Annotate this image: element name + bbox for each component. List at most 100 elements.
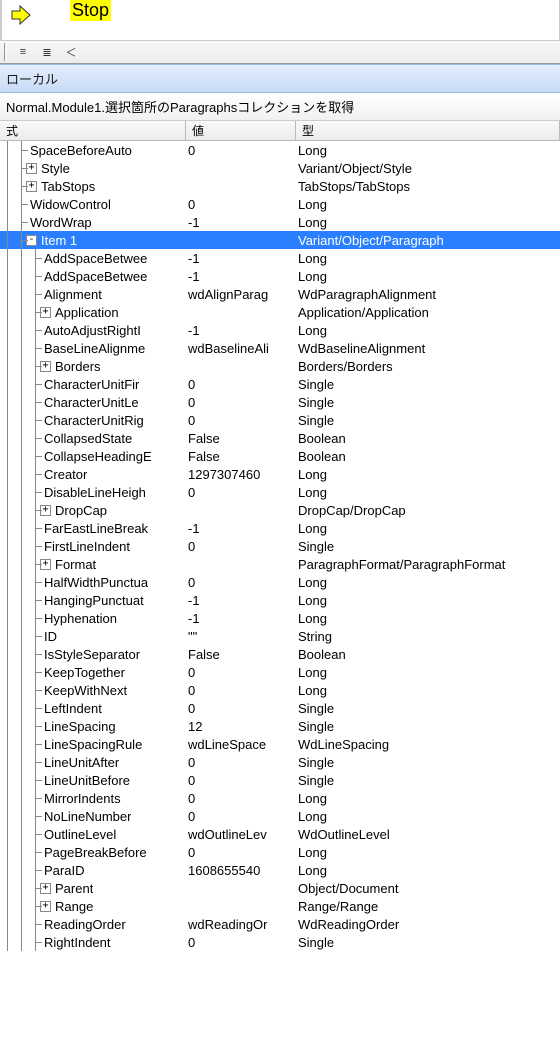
- expr-cell: +Borders: [0, 357, 186, 375]
- type-cell: DropCap/DropCap: [296, 503, 560, 518]
- tree-row[interactable]: MirrorIndents0Long: [0, 789, 560, 807]
- column-headers: 式 値 型: [0, 121, 560, 141]
- value-cell: 0: [186, 809, 296, 824]
- tree-gutter: [0, 519, 42, 537]
- tree-row[interactable]: LineSpacingRulewdLineSpaceWdLineSpacing: [0, 735, 560, 753]
- tree-row[interactable]: KeepTogether0Long: [0, 663, 560, 681]
- tree-row[interactable]: CollapseHeadingEFalseBoolean: [0, 447, 560, 465]
- tree-row[interactable]: SpaceBeforeAuto0Long: [0, 141, 560, 159]
- property-name: Parent: [53, 881, 93, 896]
- type-cell: Single: [296, 377, 560, 392]
- tree-row[interactable]: RightIndent0Single: [0, 933, 560, 951]
- tree-row[interactable]: +TabStopsTabStops/TabStops: [0, 177, 560, 195]
- value-cell: 0: [186, 791, 296, 806]
- tree-gutter: [0, 267, 42, 285]
- expr-cell: CollapseHeadingE: [0, 447, 186, 465]
- expr-cell: KeepTogether: [0, 663, 186, 681]
- tree-row[interactable]: CharacterUnitLe0Single: [0, 393, 560, 411]
- tree-row[interactable]: ParaID1608655540Long: [0, 861, 560, 879]
- expr-cell: ParaID: [0, 861, 186, 879]
- col-header-type[interactable]: 型: [296, 121, 560, 140]
- tree-row[interactable]: HangingPunctuat-1Long: [0, 591, 560, 609]
- tree-row[interactable]: NoLineNumber0Long: [0, 807, 560, 825]
- value-cell: False: [186, 647, 296, 662]
- type-cell: Long: [296, 215, 560, 230]
- tree-row[interactable]: +BordersBorders/Borders: [0, 357, 560, 375]
- tree-gutter: [0, 825, 42, 843]
- tree-row[interactable]: WordWrap-1Long: [0, 213, 560, 231]
- tree-row[interactable]: CharacterUnitFir0Single: [0, 375, 560, 393]
- col-header-value[interactable]: 値: [186, 121, 296, 140]
- tree-gutter: [0, 339, 42, 357]
- tree-row[interactable]: AutoAdjustRightI-1Long: [0, 321, 560, 339]
- property-name: NoLineNumber: [42, 809, 131, 824]
- expr-cell: +DropCap: [0, 501, 186, 519]
- tree-row[interactable]: +FormatParagraphFormat/ParagraphFormat: [0, 555, 560, 573]
- tree-row[interactable]: CollapsedStateFalseBoolean: [0, 429, 560, 447]
- tree-row[interactable]: Creator1297307460Long: [0, 465, 560, 483]
- tree-row[interactable]: +StyleVariant/Object/Style: [0, 159, 560, 177]
- tree-row[interactable]: HalfWidthPunctua0Long: [0, 573, 560, 591]
- type-cell: Range/Range: [296, 899, 560, 914]
- tree-gutter: [0, 645, 42, 663]
- locals-tree[interactable]: SpaceBeforeAuto0Long+StyleVariant/Object…: [0, 141, 560, 951]
- value-cell: 0: [186, 773, 296, 788]
- type-cell: Long: [296, 269, 560, 284]
- type-cell: Boolean: [296, 647, 560, 662]
- tree-row[interactable]: ID""String: [0, 627, 560, 645]
- tree-row[interactable]: -Item 1Variant/Object/Paragraph: [0, 231, 560, 249]
- tree-row[interactable]: +ParentObject/Document: [0, 879, 560, 897]
- type-cell: WdBaselineAlignment: [296, 341, 560, 356]
- toolbar: ≡ ≣ ＜: [0, 40, 560, 64]
- tree-row[interactable]: BaseLineAlignmewdBaselineAliWdBaselineAl…: [0, 339, 560, 357]
- tree-row[interactable]: AddSpaceBetwee-1Long: [0, 249, 560, 267]
- type-cell: Long: [296, 143, 560, 158]
- tree-row[interactable]: WidowControl0Long: [0, 195, 560, 213]
- tree-row[interactable]: +DropCap DropCap/DropCap: [0, 501, 560, 519]
- type-cell: Long: [296, 467, 560, 482]
- value-cell: -1: [186, 215, 296, 230]
- tree-row[interactable]: Hyphenation-1Long: [0, 609, 560, 627]
- toolbar-btn-1[interactable]: ≡: [13, 43, 33, 61]
- property-name: TabStops: [39, 179, 95, 194]
- toolbar-btn-2[interactable]: ≣: [37, 43, 57, 61]
- expr-cell: LeftIndent: [0, 699, 186, 717]
- expr-cell: OutlineLevel: [0, 825, 186, 843]
- tree-row[interactable]: LineSpacing12Single: [0, 717, 560, 735]
- tree-row[interactable]: CharacterUnitRig0Single: [0, 411, 560, 429]
- tree-row[interactable]: ReadingOrderwdReadingOrWdReadingOrder: [0, 915, 560, 933]
- tree-row[interactable]: AddSpaceBetwee-1Long: [0, 267, 560, 285]
- expr-cell: +Style: [0, 159, 186, 177]
- tree-row[interactable]: +ApplicationApplication/Application: [0, 303, 560, 321]
- property-name: OutlineLevel: [42, 827, 116, 842]
- tree-row[interactable]: LeftIndent0Single: [0, 699, 560, 717]
- property-name: LineUnitAfter: [42, 755, 119, 770]
- tree-row[interactable]: LineUnitBefore0Single: [0, 771, 560, 789]
- toolbar-btn-3[interactable]: ＜: [61, 43, 81, 61]
- tree-row[interactable]: DisableLineHeigh0Long: [0, 483, 560, 501]
- col-header-expression[interactable]: 式: [0, 121, 186, 140]
- tree-row[interactable]: FarEastLineBreak-1Long: [0, 519, 560, 537]
- tree-gutter: +: [0, 159, 39, 177]
- tree-gutter: [0, 321, 42, 339]
- type-cell: WdLineSpacing: [296, 737, 560, 752]
- tree-row[interactable]: OutlineLevelwdOutlineLevWdOutlineLevel: [0, 825, 560, 843]
- value-cell: 0: [186, 935, 296, 950]
- type-cell: Long: [296, 611, 560, 626]
- property-name: LineUnitBefore: [42, 773, 130, 788]
- tree-row[interactable]: AlignmentwdAlignParagWdParagraphAlignmen…: [0, 285, 560, 303]
- tree-gutter: +: [0, 357, 53, 375]
- type-cell: Long: [296, 863, 560, 878]
- tree-row[interactable]: +RangeRange/Range: [0, 897, 560, 915]
- type-cell: Long: [296, 845, 560, 860]
- property-name: SpaceBeforeAuto: [28, 143, 132, 158]
- expr-cell: Alignment: [0, 285, 186, 303]
- next-statement-arrow-icon: [10, 4, 32, 29]
- expr-cell: LineSpacingRule: [0, 735, 186, 753]
- tree-gutter: [0, 249, 42, 267]
- tree-row[interactable]: FirstLineIndent0Single: [0, 537, 560, 555]
- tree-row[interactable]: IsStyleSeparatorFalseBoolean: [0, 645, 560, 663]
- tree-row[interactable]: PageBreakBefore0Long: [0, 843, 560, 861]
- tree-row[interactable]: KeepWithNext0Long: [0, 681, 560, 699]
- tree-row[interactable]: LineUnitAfter0Single: [0, 753, 560, 771]
